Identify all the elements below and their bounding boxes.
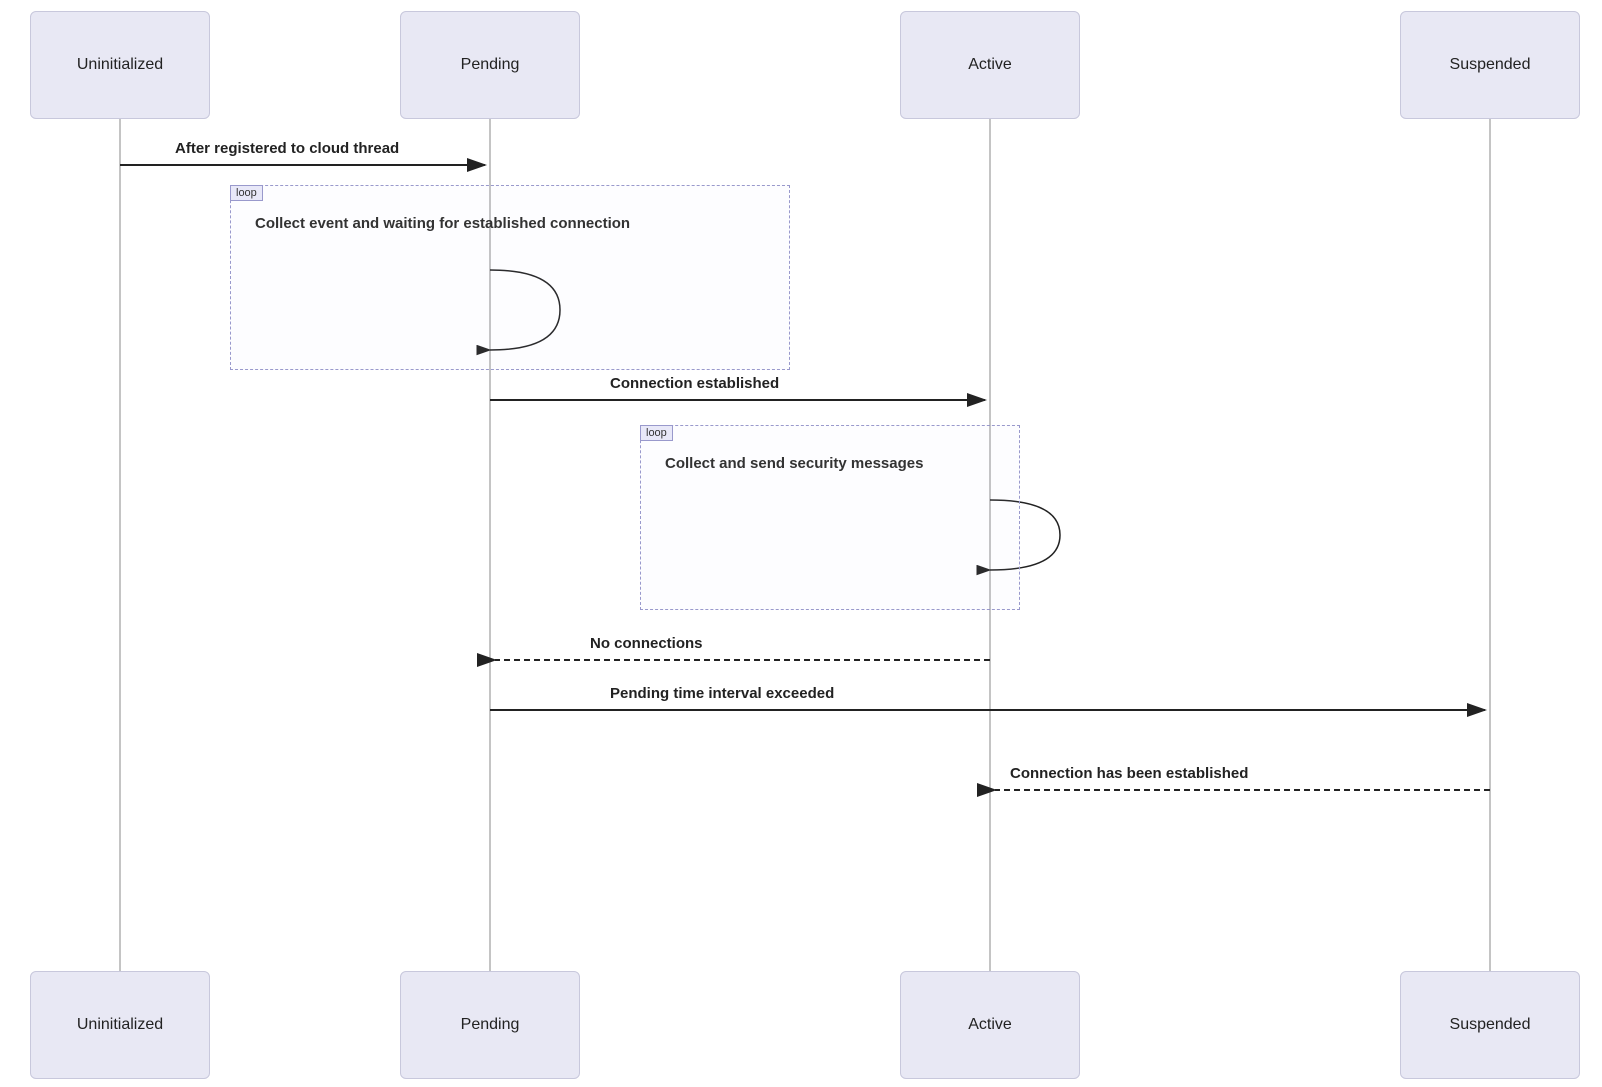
lifeline-box-suspended-top: Suspended [1400,11,1580,119]
lifeline-box-active-bottom: Active [900,971,1080,1079]
loop-text-2: Collect and send security messages [665,455,995,472]
arrow-label-4: Pending time interval exceeded [610,685,834,702]
lifeline-box-uninitialized-bottom: Uninitialized [30,971,210,1079]
sequence-diagram: Uninitialized Pending Active Suspended U… [0,0,1602,1087]
lifeline-box-suspended-bottom: Suspended [1400,971,1580,1079]
loop-box-2: loop [640,425,1020,610]
arrow-label-2: Connection established [610,375,779,392]
lifeline-box-pending-top: Pending [400,11,580,119]
loop-label-1: loop [230,185,263,201]
loop-label-2: loop [640,425,673,441]
lifeline-box-uninitialized-top: Uninitialized [30,11,210,119]
lifeline-box-pending-bottom: Pending [400,971,580,1079]
loop-box-1: loop [230,185,790,370]
loop-text-1: Collect event and waiting for establishe… [255,215,725,232]
lifeline-box-active-top: Active [900,11,1080,119]
arrow-label-1: After registered to cloud thread [175,140,399,157]
arrow-label-3: No connections [590,635,703,652]
arrow-label-5: Connection has been established [1010,765,1248,782]
